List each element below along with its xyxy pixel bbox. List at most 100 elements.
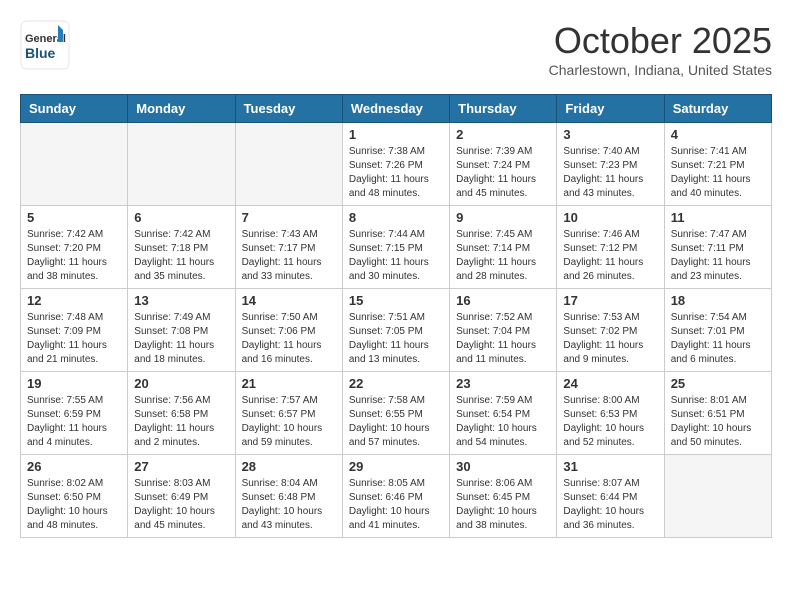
day-number: 26: [27, 459, 121, 474]
calendar-week-4: 19 Sunrise: 7:55 AM Sunset: 6:59 PM Dayli…: [21, 372, 772, 455]
day-info: Sunrise: 7:46 AM Sunset: 7:12 PM Dayligh…: [563, 228, 657, 284]
title-section: October 2025 Charlestown, Indiana, Unite…: [549, 20, 772, 78]
calendar-header-row: Sunday Monday Tuesday Wednesday Thursday…: [21, 95, 772, 123]
table-row: 7Sunrise: 7:43 AM Sunset: 7:17 PM Daylig…: [235, 206, 342, 289]
day-number: 13: [134, 293, 228, 308]
day-info: Sunrise: 7:49 AM Sunset: 7:08 PM Dayligh…: [134, 311, 228, 367]
table-row: [21, 123, 128, 206]
day-number: 10: [563, 210, 657, 225]
day-info: Sunrise: 8:02 AM Sunset: 6:50 PM Dayligh…: [27, 477, 121, 533]
day-info: Sunrise: 8:06 AM Sunset: 6:45 PM Dayligh…: [456, 477, 550, 533]
table-row: 15 Sunrise: 7:51 AM Sunset: 7:05 PM Dayli…: [342, 289, 449, 372]
day-info: Sunrise: 8:04 AM Sunset: 6:48 PM Dayligh…: [242, 477, 336, 533]
table-row: 8 Sunrise: 7:44 AM Sunset: 7:15 PM Daylig…: [342, 206, 449, 289]
day-info: Sunrise: 7:47 AM Sunset: 7:11 PM Dayligh…: [671, 228, 765, 284]
table-row: 29Sunrise: 8:05 AM Sunset: 6:46 PM Dayli…: [342, 455, 449, 538]
day-number: 17: [563, 293, 657, 308]
header-friday: Friday: [557, 95, 664, 123]
logo-svg: General Blue: [20, 20, 70, 70]
table-row: 6 Sunrise: 7:42 AM Sunset: 7:18 PM Daylig…: [128, 206, 235, 289]
day-info: Sunrise: 7:42 AM Sunset: 7:20 PM Dayligh…: [27, 228, 121, 284]
table-row: 26 Sunrise: 8:02 AM Sunset: 6:50 PM Dayli…: [21, 455, 128, 538]
day-number: 3: [563, 127, 657, 142]
day-info: Sunrise: 7:43 AM Sunset: 7:17 PM Dayligh…: [242, 228, 336, 284]
svg-text:Blue: Blue: [25, 45, 56, 61]
day-number: 4: [671, 127, 765, 142]
day-info: Sunrise: 7:48 AM Sunset: 7:09 PM Dayligh…: [27, 311, 121, 367]
day-info: Sunrise: 7:54 AM Sunset: 7:01 PM Dayligh…: [671, 311, 765, 367]
day-info: Sunrise: 7:44 AM Sunset: 7:15 PM Dayligh…: [349, 228, 443, 284]
day-number: 28: [242, 459, 336, 474]
day-number: 18: [671, 293, 765, 308]
day-info: Sunrise: 8:01 AM Sunset: 6:51 PM Dayligh…: [671, 394, 765, 450]
day-number: 1: [349, 127, 443, 142]
day-number: 5: [27, 210, 121, 225]
table-row: 21Sunrise: 7:57 AM Sunset: 6:57 PM Dayli…: [235, 372, 342, 455]
day-number: 27: [134, 459, 228, 474]
table-row: 4Sunrise: 7:41 AM Sunset: 7:21 PM Daylig…: [664, 123, 771, 206]
header-sunday: Sunday: [21, 95, 128, 123]
table-row: 20 Sunrise: 7:56 AM Sunset: 6:58 PM Dayli…: [128, 372, 235, 455]
day-number: 25: [671, 376, 765, 391]
logo: General Blue: [20, 20, 70, 70]
table-row: 10 Sunrise: 7:46 AM Sunset: 7:12 PM Dayli…: [557, 206, 664, 289]
day-info: Sunrise: 7:59 AM Sunset: 6:54 PM Dayligh…: [456, 394, 550, 450]
table-row: 12 Sunrise: 7:48 AM Sunset: 7:09 PM Dayli…: [21, 289, 128, 372]
table-row: [235, 123, 342, 206]
day-number: 20: [134, 376, 228, 391]
day-info: Sunrise: 7:40 AM Sunset: 7:23 PM Dayligh…: [563, 145, 657, 201]
calendar-week-5: 26 Sunrise: 8:02 AM Sunset: 6:50 PM Dayli…: [21, 455, 772, 538]
day-number: 2: [456, 127, 550, 142]
calendar-week-1: 1 Sunrise: 7:38 AM Sunset: 7:26 PM Daylig…: [21, 123, 772, 206]
table-row: 19 Sunrise: 7:55 AM Sunset: 6:59 PM Dayli…: [21, 372, 128, 455]
day-info: Sunrise: 7:55 AM Sunset: 6:59 PM Dayligh…: [27, 394, 121, 450]
day-info: Sunrise: 7:42 AM Sunset: 7:18 PM Dayligh…: [134, 228, 228, 284]
day-number: 11: [671, 210, 765, 225]
month-title: October 2025: [549, 20, 772, 62]
table-row: 9Sunrise: 7:45 AM Sunset: 7:14 PM Daylig…: [450, 206, 557, 289]
day-number: 15: [349, 293, 443, 308]
table-row: 18 Sunrise: 7:54 AM Sunset: 7:01 PM Dayli…: [664, 289, 771, 372]
calendar-week-2: 5 Sunrise: 7:42 AM Sunset: 7:20 PM Daylig…: [21, 206, 772, 289]
day-info: Sunrise: 8:03 AM Sunset: 6:49 PM Dayligh…: [134, 477, 228, 533]
day-number: 22: [349, 376, 443, 391]
table-row: 17Sunrise: 7:53 AM Sunset: 7:02 PM Dayli…: [557, 289, 664, 372]
day-number: 16: [456, 293, 550, 308]
day-number: 21: [242, 376, 336, 391]
day-info: Sunrise: 7:39 AM Sunset: 7:24 PM Dayligh…: [456, 145, 550, 201]
day-info: Sunrise: 8:07 AM Sunset: 6:44 PM Dayligh…: [563, 477, 657, 533]
table-row: 27 Sunrise: 8:03 AM Sunset: 6:49 PM Dayli…: [128, 455, 235, 538]
day-info: Sunrise: 7:52 AM Sunset: 7:04 PM Dayligh…: [456, 311, 550, 367]
page-header: General Blue October 2025 Charlestown, I…: [20, 20, 772, 78]
table-row: 31 Sunrise: 8:07 AM Sunset: 6:44 PM Dayli…: [557, 455, 664, 538]
calendar-table: Sunday Monday Tuesday Wednesday Thursday…: [20, 94, 772, 538]
header-monday: Monday: [128, 95, 235, 123]
day-number: 24: [563, 376, 657, 391]
table-row: 30Sunrise: 8:06 AM Sunset: 6:45 PM Dayli…: [450, 455, 557, 538]
table-row: 2 Sunrise: 7:39 AM Sunset: 7:24 PM Daylig…: [450, 123, 557, 206]
table-row: 23Sunrise: 7:59 AM Sunset: 6:54 PM Dayli…: [450, 372, 557, 455]
table-row: 25 Sunrise: 8:01 AM Sunset: 6:51 PM Dayli…: [664, 372, 771, 455]
table-row: 13 Sunrise: 7:49 AM Sunset: 7:08 PM Dayli…: [128, 289, 235, 372]
day-number: 6: [134, 210, 228, 225]
table-row: 24Sunrise: 8:00 AM Sunset: 6:53 PM Dayli…: [557, 372, 664, 455]
table-row: 3 Sunrise: 7:40 AM Sunset: 7:23 PM Daylig…: [557, 123, 664, 206]
header-saturday: Saturday: [664, 95, 771, 123]
day-number: 12: [27, 293, 121, 308]
day-number: 9: [456, 210, 550, 225]
table-row: 14Sunrise: 7:50 AM Sunset: 7:06 PM Dayli…: [235, 289, 342, 372]
day-number: 19: [27, 376, 121, 391]
day-number: 29: [349, 459, 443, 474]
day-number: 31: [563, 459, 657, 474]
table-row: [664, 455, 771, 538]
table-row: [128, 123, 235, 206]
table-row: 16 Sunrise: 7:52 AM Sunset: 7:04 PM Dayli…: [450, 289, 557, 372]
table-row: 11 Sunrise: 7:47 AM Sunset: 7:11 PM Dayli…: [664, 206, 771, 289]
table-row: 28 Sunrise: 8:04 AM Sunset: 6:48 PM Dayli…: [235, 455, 342, 538]
day-info: Sunrise: 7:38 AM Sunset: 7:26 PM Dayligh…: [349, 145, 443, 201]
day-info: Sunrise: 7:51 AM Sunset: 7:05 PM Dayligh…: [349, 311, 443, 367]
day-info: Sunrise: 7:56 AM Sunset: 6:58 PM Dayligh…: [134, 394, 228, 450]
table-row: 1 Sunrise: 7:38 AM Sunset: 7:26 PM Daylig…: [342, 123, 449, 206]
calendar-week-3: 12 Sunrise: 7:48 AM Sunset: 7:09 PM Dayli…: [21, 289, 772, 372]
day-number: 8: [349, 210, 443, 225]
